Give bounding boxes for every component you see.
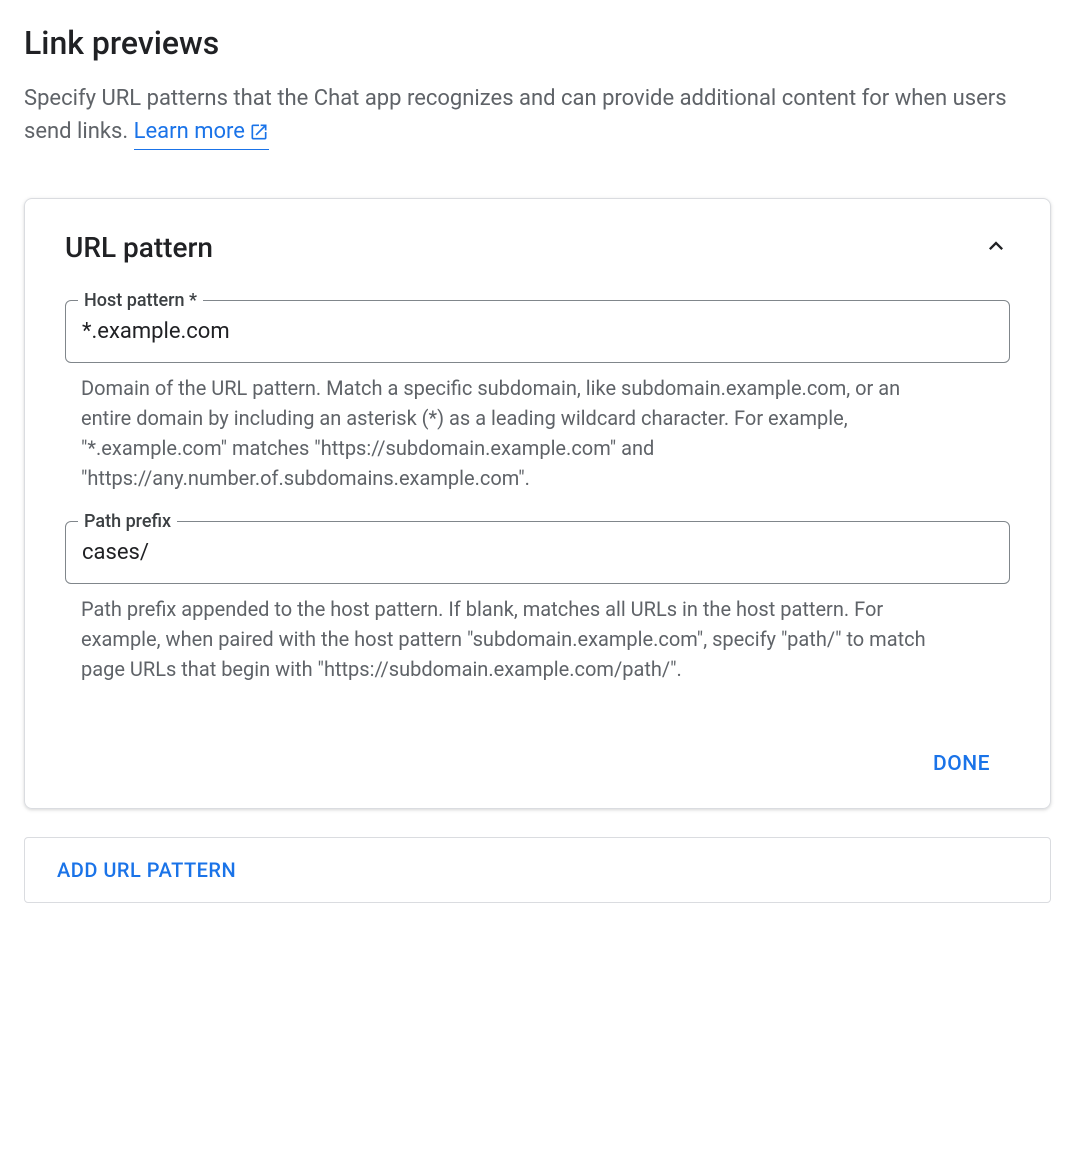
host-pattern-field: Host pattern * — [65, 300, 1010, 363]
external-link-icon — [249, 115, 269, 148]
add-url-pattern-container: ADD URL PATTERN — [24, 837, 1051, 903]
path-prefix-help: Path prefix appended to the host pattern… — [65, 594, 945, 684]
section-title: Link previews — [24, 24, 1051, 62]
host-pattern-help: Domain of the URL pattern. Match a speci… — [65, 373, 945, 493]
url-pattern-card: URL pattern Host pattern * Domain of the… — [24, 198, 1051, 809]
learn-more-label: Learn more — [134, 115, 245, 148]
path-prefix-input[interactable] — [82, 540, 993, 565]
done-button[interactable]: DONE — [921, 744, 1002, 784]
card-actions: DONE — [65, 744, 1010, 784]
add-url-pattern-button[interactable]: ADD URL PATTERN — [57, 858, 236, 882]
card-header: URL pattern — [65, 231, 1010, 264]
collapse-toggle[interactable] — [982, 232, 1010, 264]
section-description: Specify URL patterns that the Chat app r… — [24, 82, 1024, 150]
host-pattern-input[interactable] — [82, 319, 993, 344]
path-prefix-field: Path prefix — [65, 521, 1010, 584]
path-prefix-label: Path prefix — [78, 511, 177, 532]
host-pattern-group: Host pattern * Domain of the URL pattern… — [65, 300, 1010, 493]
path-prefix-group: Path prefix Path prefix appended to the … — [65, 521, 1010, 684]
host-pattern-label: Host pattern * — [78, 290, 203, 311]
learn-more-link[interactable]: Learn more — [134, 115, 269, 150]
card-title: URL pattern — [65, 231, 213, 264]
chevron-up-icon — [982, 245, 1010, 264]
